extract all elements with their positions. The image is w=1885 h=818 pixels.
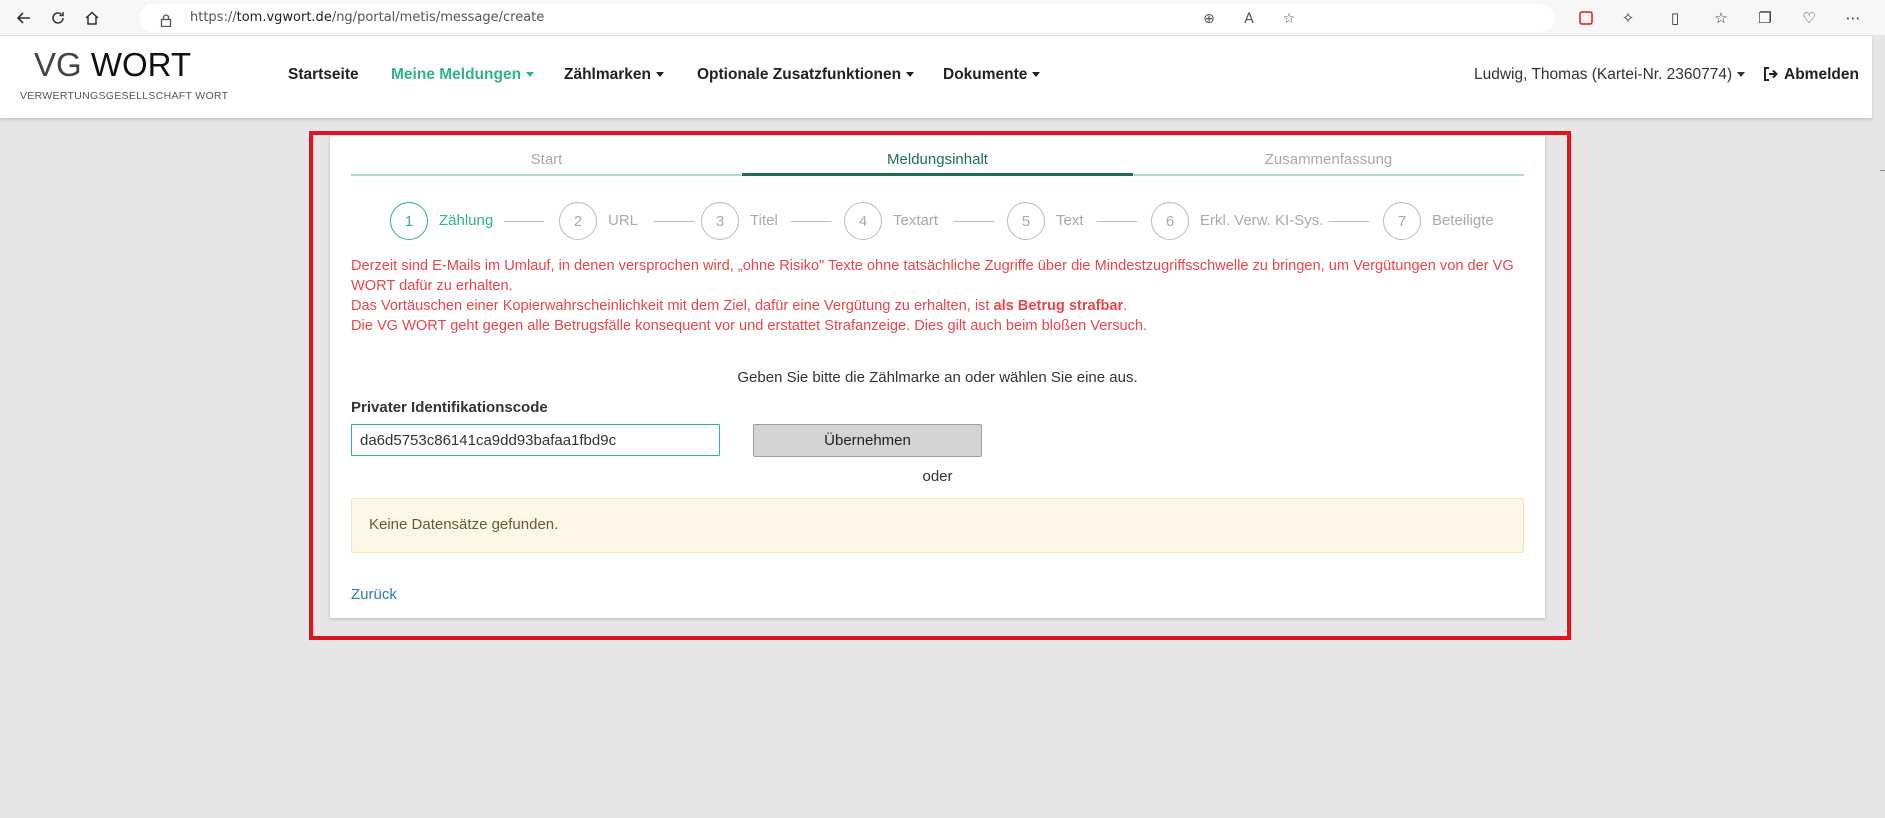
favorites-icon[interactable]: ☆ — [1710, 7, 1732, 29]
back-arrow-icon[interactable] — [11, 6, 37, 30]
chevron-down-icon — [1737, 72, 1746, 78]
nav-zaehlmarken[interactable]: Zählmarken — [564, 66, 665, 84]
nav-dokumente[interactable]: Dokumente — [943, 66, 1041, 84]
browser-essentials-icon[interactable]: ♡ — [1798, 7, 1820, 29]
nav-startseite[interactable]: Startseite — [288, 66, 359, 84]
chevron-down-icon — [526, 72, 535, 78]
logo[interactable]: VG WORT — [34, 46, 191, 84]
nav-meine-meldungen[interactable]: Meine Meldungen — [391, 66, 535, 84]
url-text: https://tom.vgwort.de/ng/portal/metis/me… — [190, 10, 545, 25]
logo-wort: WORT — [90, 46, 192, 83]
address-bar[interactable]: https://tom.vgwort.de/ng/portal/metis/me… — [140, 4, 1555, 32]
logo-subtitle: VERWERTUNGSGESELLSCHAFT WORT — [20, 90, 229, 102]
reload-icon[interactable] — [45, 6, 71, 30]
chevron-down-icon — [1032, 72, 1041, 78]
scrollbar-mark — [1880, 170, 1885, 171]
lock-icon — [160, 12, 172, 28]
nav-optionale-zusatzfunktionen[interactable]: Optionale Zusatzfunktionen — [697, 66, 915, 84]
collections-icon[interactable]: ❐ — [1754, 7, 1776, 29]
extensions-puzzle-icon[interactable]: ✧ — [1617, 7, 1639, 29]
app-header: VG WORT VERWERTUNGSGESELLSCHAFT WORT Sta… — [0, 36, 1872, 118]
logo-vg: VG — [34, 46, 82, 83]
highlight-frame — [309, 131, 1571, 640]
sign-out-icon — [1763, 67, 1779, 81]
logout-button[interactable]: Abmelden — [1763, 66, 1859, 84]
home-icon[interactable] — [79, 6, 105, 30]
more-menu-icon[interactable]: ⋯ — [1842, 7, 1864, 29]
zoom-icon[interactable]: ⊕ — [1200, 11, 1218, 27]
read-aloud-icon[interactable]: A — [1240, 11, 1258, 27]
chevron-down-icon — [656, 72, 665, 78]
split-screen-icon[interactable]: ▯ — [1664, 7, 1686, 29]
favorite-star-icon[interactable]: ☆ — [1280, 11, 1298, 27]
user-menu[interactable]: Ludwig, Thomas (Kartei-Nr. 2360774) — [1474, 66, 1746, 84]
browser-toolbar: https://tom.vgwort.de/ng/portal/metis/me… — [0, 0, 1885, 36]
extension-pdf-icon[interactable] — [1575, 7, 1597, 29]
chevron-down-icon — [906, 72, 915, 78]
